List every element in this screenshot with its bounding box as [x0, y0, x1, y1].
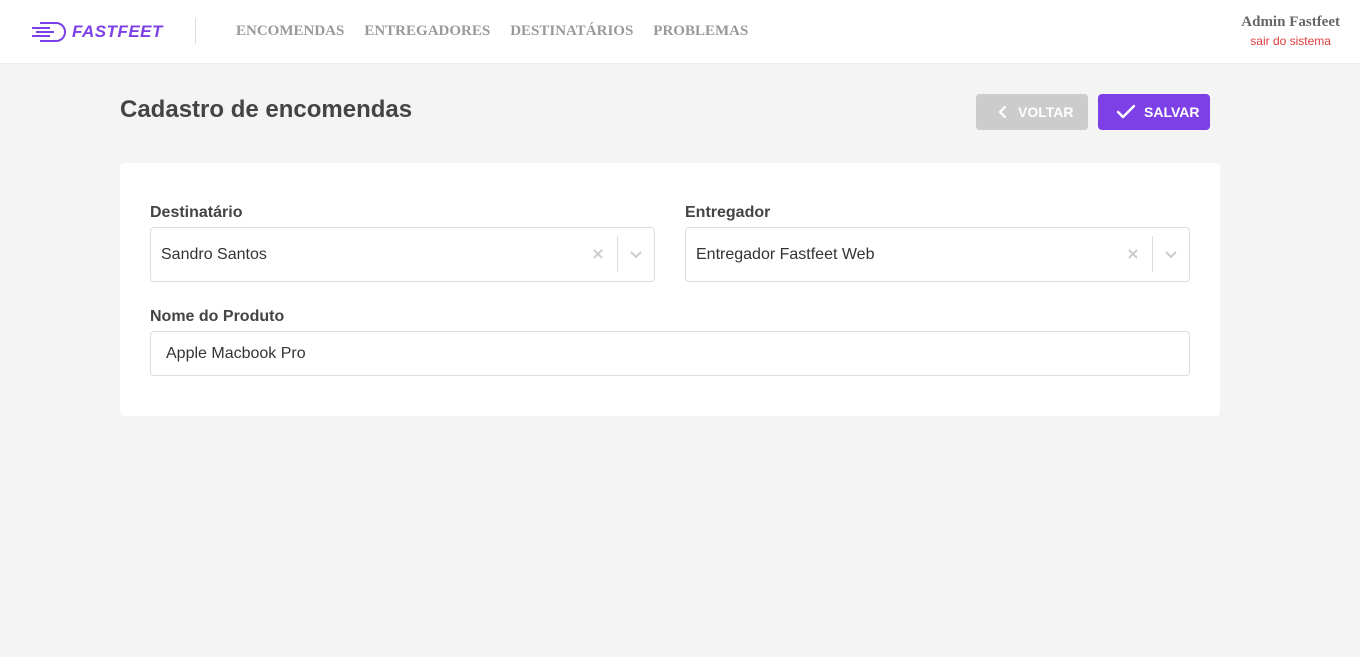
user-profile: Admin Fastfeet sair do sistema — [1241, 14, 1340, 48]
select-separator — [617, 236, 618, 272]
deliveryman-select-value: Entregador Fastfeet Web — [696, 246, 875, 263]
close-icon[interactable] — [588, 244, 608, 264]
header-divider — [195, 18, 196, 44]
save-button-label: SALVAR — [1144, 104, 1200, 120]
logout-link[interactable]: sair do sistema — [1241, 34, 1340, 48]
app-logo[interactable]: FASTFEET — [30, 19, 163, 45]
logo-text: FASTFEET — [72, 22, 163, 41]
chevron-down-icon[interactable] — [626, 244, 646, 264]
check-icon — [1116, 104, 1136, 119]
recipient-label: Destinatário — [150, 204, 243, 221]
recipient-select-value: Sandro Santos — [161, 246, 267, 263]
profile-name: Admin Fastfeet — [1241, 14, 1340, 30]
page-title: Cadastro de encomendas — [120, 96, 413, 123]
main-nav: ENCOMENDAS ENTREGADORES DESTINATÁRIOS PR… — [236, 23, 768, 40]
back-button[interactable]: VOLTAR — [976, 94, 1088, 130]
back-button-label: VOLTAR — [1018, 104, 1074, 120]
nav-item-problemas[interactable]: PROBLEMAS — [653, 23, 748, 40]
deliveryman-select[interactable]: Entregador Fastfeet Web — [685, 227, 1190, 282]
product-name-input[interactable] — [150, 331, 1190, 376]
select-separator — [1152, 236, 1153, 272]
nav-item-encomendas[interactable]: ENCOMENDAS — [236, 23, 344, 40]
chevron-down-icon[interactable] — [1161, 244, 1181, 264]
deliveryman-label: Entregador — [685, 204, 771, 221]
product-name-label: Nome do Produto — [150, 308, 285, 325]
nav-item-destinatarios[interactable]: DESTINATÁRIOS — [510, 23, 633, 40]
nav-item-entregadores[interactable]: ENTREGADORES — [364, 23, 490, 40]
close-icon[interactable] — [1123, 244, 1143, 264]
top-header: FASTFEET ENCOMENDAS ENTREGADORES DESTINA… — [0, 0, 1360, 64]
chevron-left-icon — [998, 105, 1007, 119]
order-form-card: Destinatário Sandro Santos Entregador En… — [120, 163, 1220, 416]
save-button[interactable]: SALVAR — [1098, 94, 1210, 130]
truck-lines-icon — [32, 22, 66, 42]
recipient-select[interactable]: Sandro Santos — [150, 227, 655, 282]
